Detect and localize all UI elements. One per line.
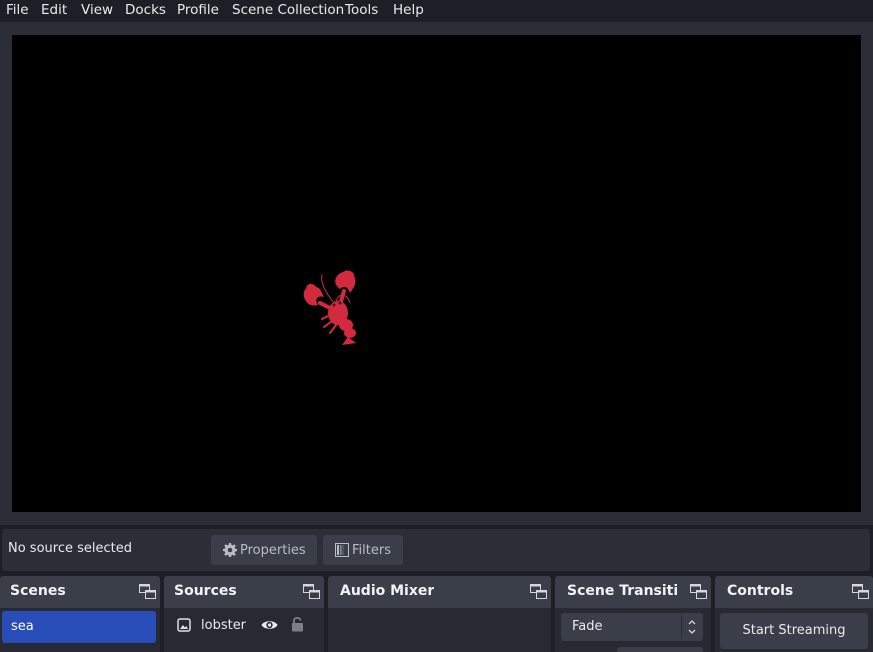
source-item-lobster[interactable]: lobster xyxy=(164,612,324,640)
scene-transitions-dock-title: Scene Transiti... xyxy=(567,583,679,599)
source-label: lobster xyxy=(201,618,247,633)
start-streaming-label: Start Streaming xyxy=(742,623,846,638)
audio-mixer-dock-title: Audio Mixer xyxy=(340,583,435,599)
scenes-dock: Scenes sea xyxy=(0,576,160,652)
controls-dock: Controls Start Streaming xyxy=(715,576,873,652)
controls-dock-header: Controls xyxy=(715,576,873,608)
audio-mixer-dock-header: Audio Mixer xyxy=(328,576,551,608)
menu-profile[interactable]: Profile xyxy=(177,2,219,19)
undock-icon[interactable] xyxy=(690,584,707,599)
scene-transitions-dock: Scene Transiti... Fade xyxy=(555,576,711,652)
gear-icon xyxy=(223,543,237,557)
select-divider xyxy=(681,615,682,639)
menu-scene-collection[interactable]: Scene Collection xyxy=(232,2,344,19)
audio-mixer-dock: Audio Mixer xyxy=(328,576,551,652)
undock-icon[interactable] xyxy=(852,584,869,599)
properties-label: Properties xyxy=(240,542,306,558)
unlock-icon[interactable] xyxy=(291,616,304,632)
menu-docks[interactable]: Docks xyxy=(125,2,166,19)
properties-button[interactable]: Properties xyxy=(211,535,317,565)
menu-view[interactable]: View xyxy=(81,2,113,19)
sources-dock: Sources lobster xyxy=(164,576,324,652)
undock-icon[interactable] xyxy=(303,584,320,599)
scenes-dock-title: Scenes xyxy=(10,583,66,599)
scene-item-sea[interactable]: sea xyxy=(2,611,156,643)
menu-edit[interactable]: Edit xyxy=(41,2,67,19)
sources-dock-header: Sources xyxy=(164,576,324,608)
spin-arrows-icon[interactable] xyxy=(687,617,697,637)
eye-icon[interactable] xyxy=(261,618,278,632)
filter-icon xyxy=(335,543,349,557)
transition-duration-control[interactable] xyxy=(617,647,703,652)
lobster-image[interactable] xyxy=(300,269,364,345)
controls-dock-title: Controls xyxy=(727,583,794,599)
preview-canvas[interactable] xyxy=(12,35,861,512)
selected-source-status: No source selected xyxy=(8,541,132,556)
undock-icon[interactable] xyxy=(530,584,547,599)
source-toolbar: No source selected Properties Filters xyxy=(2,529,870,571)
image-icon xyxy=(177,618,191,632)
filters-label: Filters xyxy=(352,542,391,558)
menu-help[interactable]: Help xyxy=(393,2,424,19)
sources-dock-title: Sources xyxy=(174,583,237,599)
filters-button[interactable]: Filters xyxy=(323,535,403,565)
scene-label: sea xyxy=(11,619,34,634)
menu-file[interactable]: File xyxy=(6,2,29,19)
transition-select-value: Fade xyxy=(572,619,603,634)
start-streaming-button[interactable]: Start Streaming xyxy=(720,613,868,649)
undock-icon[interactable] xyxy=(139,584,156,599)
scenes-dock-header: Scenes xyxy=(0,576,160,608)
menu-tools[interactable]: Tools xyxy=(345,2,378,19)
scene-transitions-dock-header: Scene Transiti... xyxy=(555,576,711,608)
preview-area xyxy=(0,22,873,525)
menu-bar: File Edit View Docks Profile Scene Colle… xyxy=(0,0,873,22)
transition-select[interactable]: Fade xyxy=(561,613,703,641)
